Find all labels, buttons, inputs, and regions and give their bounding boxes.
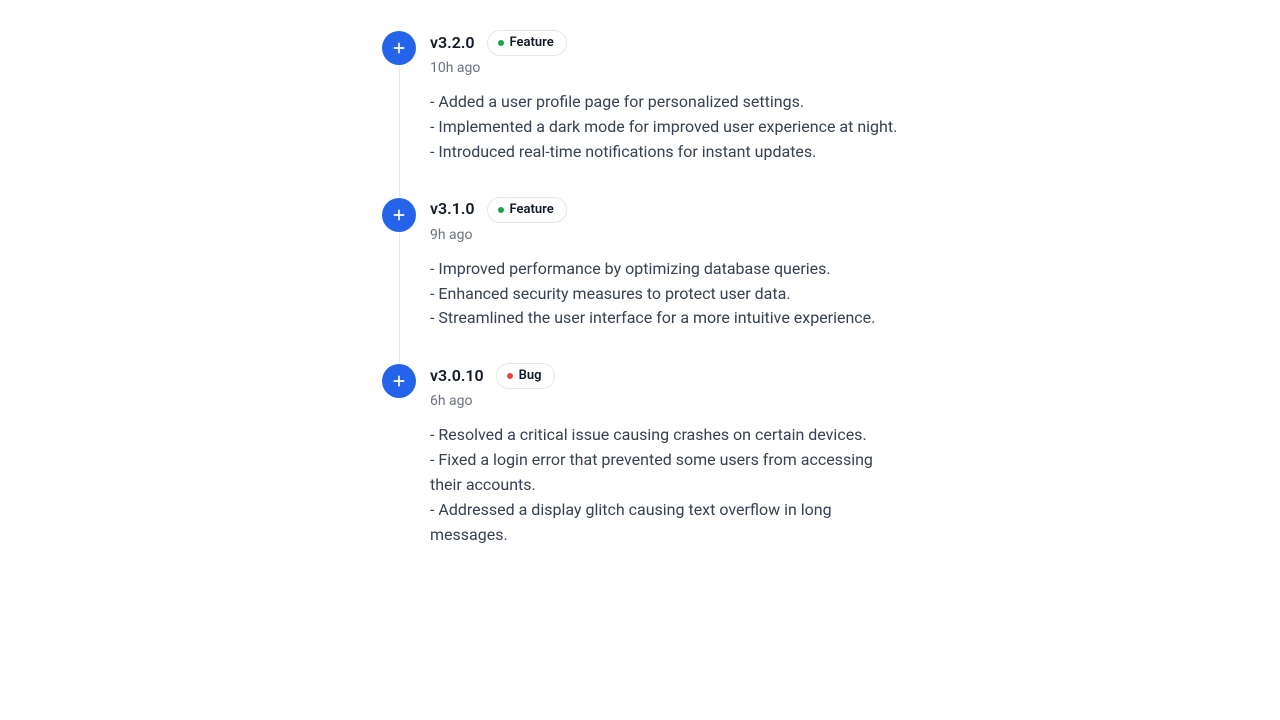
release-note-line: - Streamlined the user interface for a m… [430, 306, 902, 331]
feature-dot-icon [498, 207, 504, 213]
plus-icon[interactable] [382, 364, 416, 398]
release-item: v3.0.10 Bug 6h ago - Resolved a critical is… [382, 363, 902, 579]
release-version: v3.1.0 [430, 198, 475, 220]
release-note-line: - Added a user profile page for personal… [430, 90, 902, 115]
release-badge-label: Bug [519, 367, 542, 385]
release-timestamp: 9h ago [430, 227, 902, 243]
plus-icon[interactable] [382, 198, 416, 232]
release-notes: - Resolved a critical issue causing cras… [430, 423, 902, 547]
release-version: v3.0.10 [430, 365, 484, 387]
release-badge-label: Feature [510, 201, 554, 219]
release-notes: - Added a user profile page for personal… [430, 90, 902, 164]
release-badge: Feature [487, 197, 567, 223]
release-header: v3.2.0 Feature [430, 30, 902, 56]
release-version: v3.2.0 [430, 32, 475, 54]
plus-icon[interactable] [382, 31, 416, 65]
release-item: v3.1.0 Feature 9h ago - Improved performanc… [382, 197, 902, 364]
release-note-line: - Enhanced security measures to protect … [430, 282, 902, 307]
release-header: v3.0.10 Bug [430, 363, 902, 389]
release-note-line: - Addressed a display glitch causing tex… [430, 498, 902, 548]
release-item: v3.2.0 Feature 10h ago - Added a user profi… [382, 30, 902, 197]
release-badge-label: Feature [510, 34, 554, 52]
release-notes: - Improved performance by optimizing dat… [430, 257, 902, 331]
release-note-line: - Introduced real-time notifications for… [430, 140, 902, 165]
release-badge: Bug [496, 363, 555, 389]
changelog-timeline: v3.2.0 Feature 10h ago - Added a user profi… [382, 0, 902, 579]
release-badge: Feature [487, 30, 567, 56]
release-note-line: - Implemented a dark mode for improved u… [430, 115, 902, 140]
release-note-line: - Fixed a login error that prevented som… [430, 448, 902, 498]
release-header: v3.1.0 Feature [430, 197, 902, 223]
bug-dot-icon [507, 373, 513, 379]
release-note-line: - Resolved a critical issue causing cras… [430, 423, 902, 448]
release-note-line: - Improved performance by optimizing dat… [430, 257, 902, 282]
feature-dot-icon [498, 40, 504, 46]
release-timestamp: 10h ago [430, 60, 902, 76]
release-timestamp: 6h ago [430, 393, 902, 409]
